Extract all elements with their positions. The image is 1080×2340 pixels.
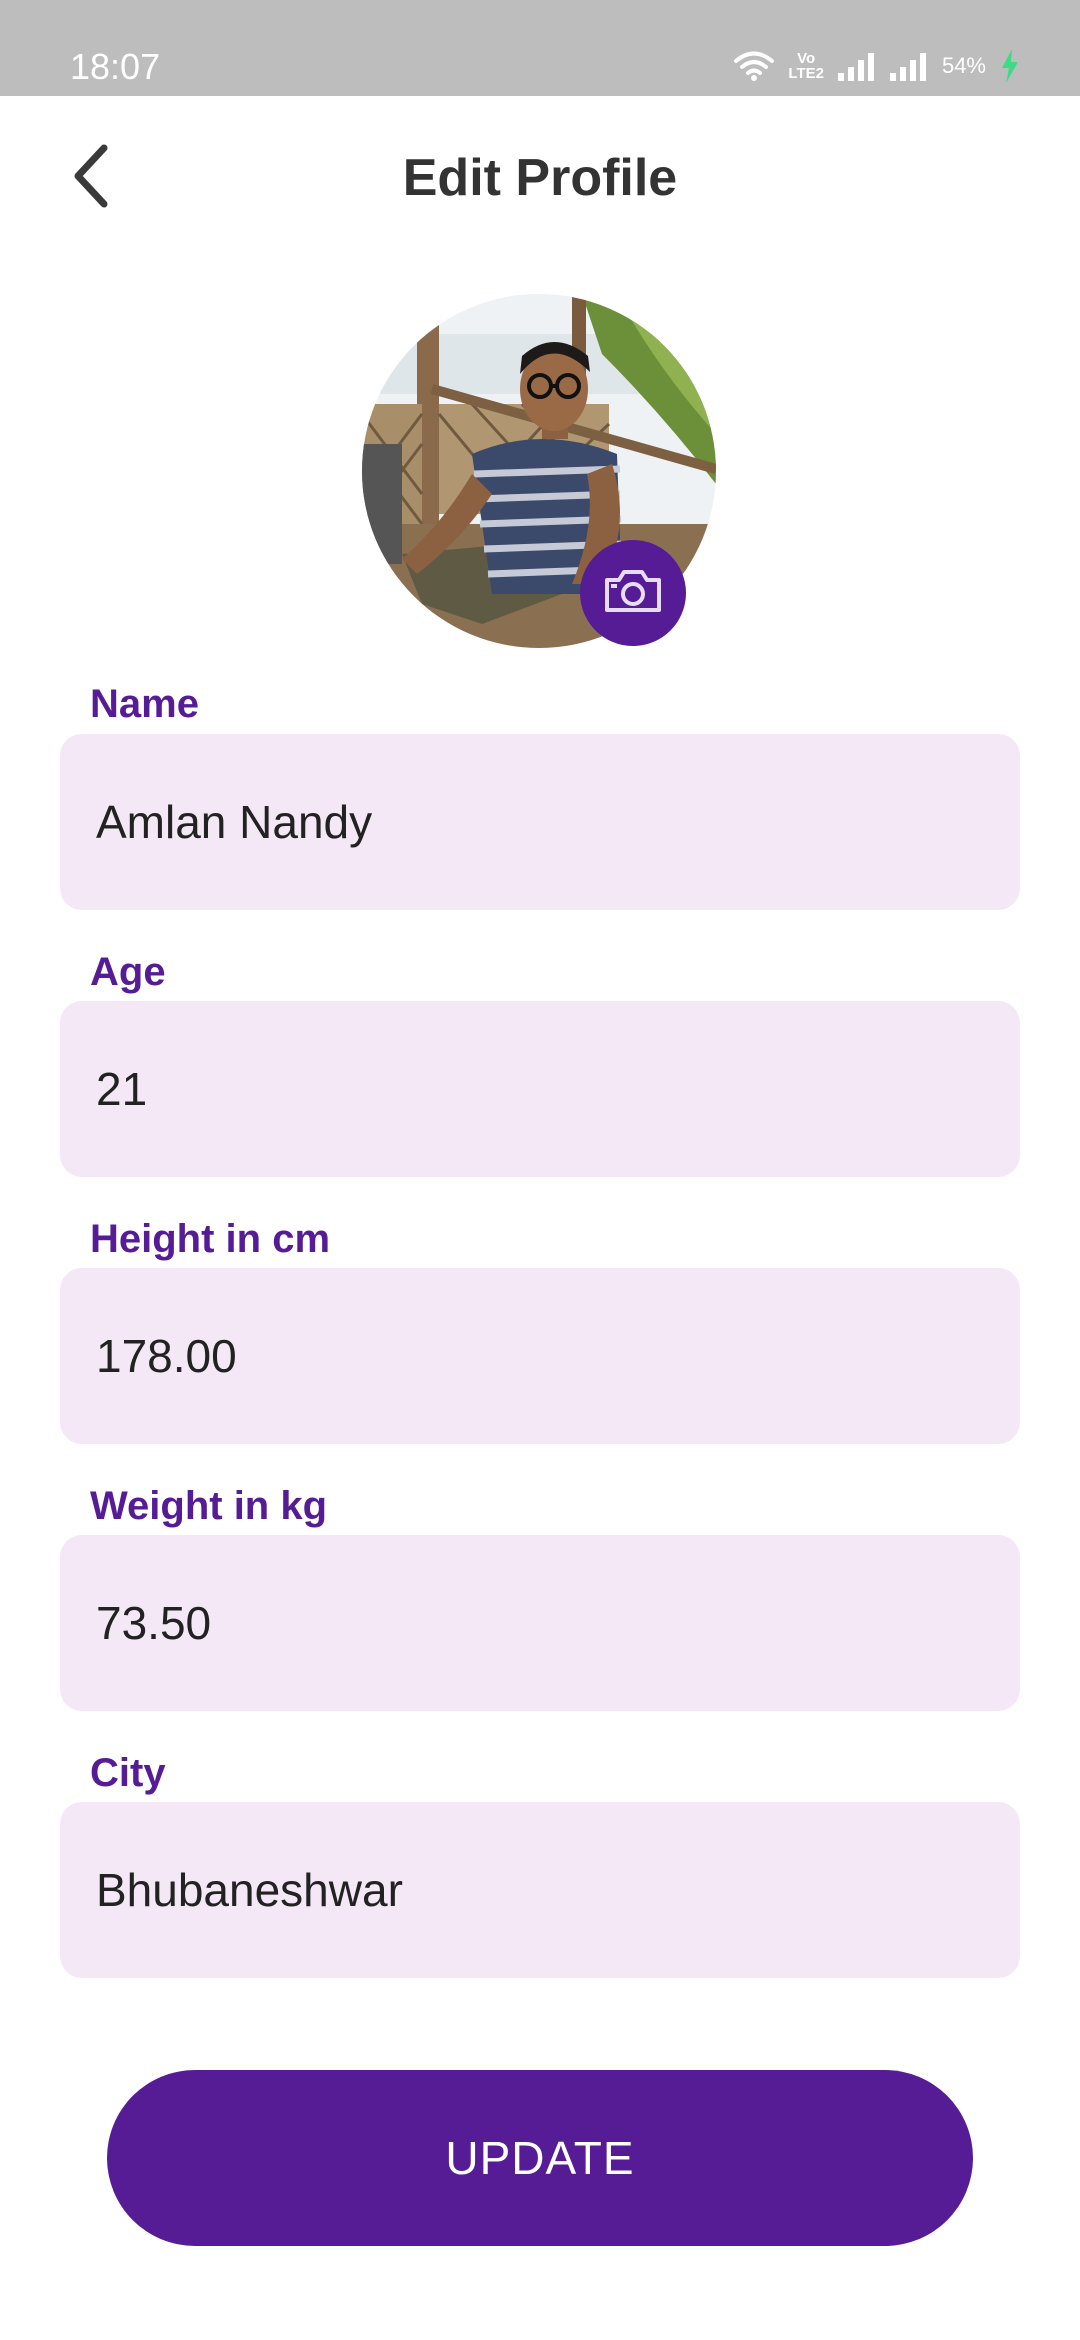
- status-bar: 18:07 Vo LTE2 54%: [0, 0, 1080, 96]
- name-label: Name: [90, 682, 199, 726]
- volte-top: Vo: [797, 50, 816, 67]
- battery-percent: 54%: [941, 53, 986, 78]
- volte-indicator: Vo LTE2: [788, 51, 824, 81]
- charging-icon: [1000, 49, 1020, 83]
- signal-icon: [837, 51, 876, 81]
- app-bar: Edit Profile: [0, 96, 1080, 266]
- city-label: City: [90, 1751, 166, 1795]
- age-label: Age: [90, 950, 166, 994]
- status-icons: Vo LTE2 54%: [734, 46, 1020, 86]
- change-photo-button[interactable]: [580, 540, 686, 646]
- height-label: Height in cm: [90, 1217, 331, 1261]
- status-time: 18:07: [70, 46, 161, 87]
- age-field[interactable]: 21: [60, 1001, 1020, 1177]
- avatar-container: [362, 294, 716, 648]
- weight-label: Weight in kg: [90, 1484, 328, 1528]
- wifi-icon: [734, 50, 775, 82]
- city-field[interactable]: Bhubaneshwar: [60, 1802, 1020, 1978]
- volte-bottom: LTE2: [788, 65, 824, 82]
- name-field[interactable]: Amlan Nandy: [60, 734, 1020, 910]
- signal-icon: [889, 51, 928, 81]
- update-button[interactable]: UPDATE: [107, 2070, 973, 2246]
- page-title: Edit Profile: [402, 149, 678, 207]
- weight-field[interactable]: 73.50: [60, 1535, 1020, 1711]
- height-field[interactable]: 178.00: [60, 1268, 1020, 1444]
- camera-icon: [603, 568, 663, 619]
